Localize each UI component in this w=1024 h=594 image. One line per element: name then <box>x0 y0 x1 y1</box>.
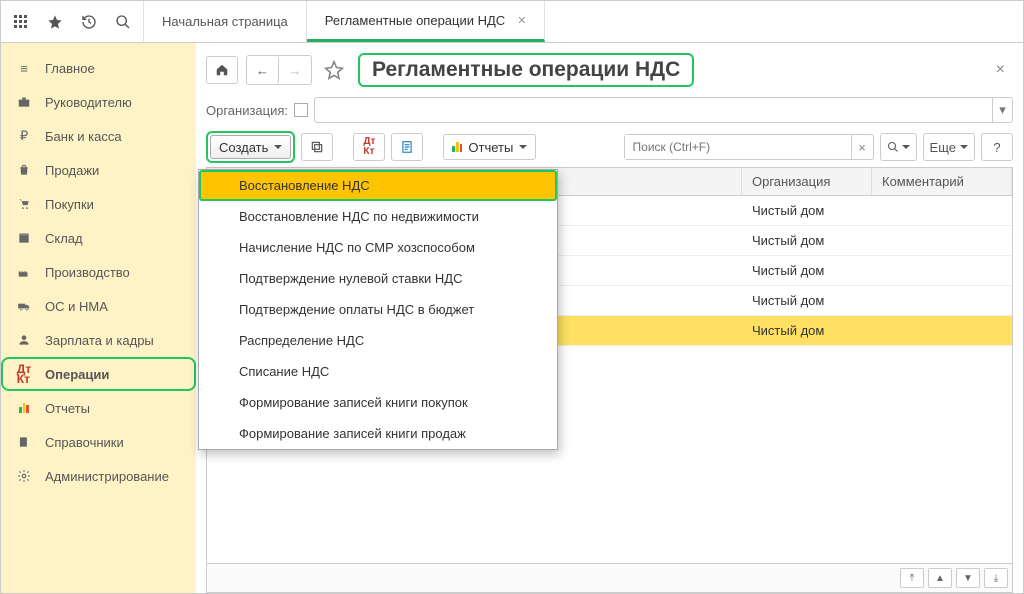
tab-home[interactable]: Начальная страница <box>144 1 307 42</box>
document-button[interactable] <box>391 133 423 161</box>
create-button-label: Создать <box>219 140 268 155</box>
dk-icon: ДтКт <box>15 364 33 384</box>
sidebar-item-label: Покупки <box>45 197 94 212</box>
sidebar-item-reports[interactable]: Отчеты <box>1 391 196 425</box>
more-button[interactable]: Еще <box>923 133 975 161</box>
home-button[interactable] <box>206 56 238 84</box>
nav-first-button[interactable]: ⤒ <box>900 568 924 588</box>
person-icon <box>15 333 33 347</box>
close-icon[interactable]: ✕ <box>517 14 526 27</box>
sidebar-item-refs[interactable]: Справочники <box>1 425 196 459</box>
org-label: Организация: <box>206 103 288 118</box>
create-menu-item[interactable]: Восстановление НДС <box>199 170 557 201</box>
cart-icon <box>15 197 33 211</box>
find-button[interactable] <box>880 133 917 161</box>
truck-icon <box>15 299 33 313</box>
create-menu-item[interactable]: Распределение НДС <box>199 325 557 356</box>
sidebar-item-operations[interactable]: ДтКт Операции <box>1 357 196 391</box>
sidebar-item-label: Склад <box>45 231 83 246</box>
dk-button[interactable]: ДтКт <box>353 133 385 161</box>
create-dropdown-menu: Восстановление НДСВосстановление НДС по … <box>198 169 558 450</box>
sidebar-item-sales[interactable]: Продажи <box>1 153 196 187</box>
caret-down-icon <box>519 145 527 153</box>
create-menu-item[interactable]: Списание НДС <box>199 356 557 387</box>
create-menu-item[interactable]: Восстановление НДС по недвижимости <box>199 201 557 232</box>
page-title-highlight: Регламентные операции НДС <box>358 53 694 87</box>
search-field[interactable]: × <box>624 134 874 160</box>
apps-icon[interactable] <box>7 8 35 36</box>
sidebar-item-label: Главное <box>45 61 95 76</box>
cell-org: Чистый дом <box>742 293 872 308</box>
book-icon <box>15 435 33 449</box>
chart-icon <box>452 142 462 152</box>
sidebar-item-label: ОС и НМА <box>45 299 108 314</box>
sidebar-item-admin[interactable]: Администрирование <box>1 459 196 493</box>
sidebar-item-label: Банк и касса <box>45 129 122 144</box>
org-select[interactable]: ▾ <box>314 97 1013 123</box>
bag-icon <box>15 163 33 177</box>
nav-last-button[interactable]: ⤓ <box>984 568 1008 588</box>
create-menu-item[interactable]: Подтверждение оплаты НДС в бюджет <box>199 294 557 325</box>
home-icon: ≡ <box>15 61 33 76</box>
sidebar-item-assets[interactable]: ОС и НМА <box>1 289 196 323</box>
tab-nds-operations[interactable]: Регламентные операции НДС ✕ <box>307 1 546 42</box>
create-menu-item[interactable]: Формирование записей книги продаж <box>199 418 557 449</box>
page-title: Регламентные операции НДС <box>372 58 680 82</box>
cell-org: Чистый дом <box>742 233 872 248</box>
create-button[interactable]: Создать <box>210 135 291 159</box>
history-icon[interactable] <box>75 8 103 36</box>
cell-org: Чистый дом <box>742 203 872 218</box>
sidebar-item-label: Справочники <box>45 435 124 450</box>
sidebar-item-label: Руководителю <box>45 95 132 110</box>
nav-down-button[interactable]: ▼ <box>956 568 980 588</box>
sidebar: ≡ Главное Руководителю ₽ Банк и касса Прод… <box>1 43 196 593</box>
top-toolbar: Начальная страница Регламентные операции… <box>1 1 1023 43</box>
sidebar-item-production[interactable]: Производство <box>1 255 196 289</box>
nav-up-button[interactable]: ▲ <box>928 568 952 588</box>
sidebar-item-label: Операции <box>45 367 109 382</box>
create-menu-item[interactable]: Подтверждение нулевой ставки НДС <box>199 263 557 294</box>
reports-button[interactable]: Отчеты <box>443 134 536 160</box>
search-input[interactable] <box>625 135 851 159</box>
tab-label: Начальная страница <box>162 14 288 29</box>
clear-search-button[interactable]: × <box>851 135 873 159</box>
sidebar-item-hr[interactable]: Зарплата и кадры <box>1 323 196 357</box>
caret-down-icon <box>274 145 282 153</box>
star-icon[interactable] <box>41 8 69 36</box>
favorite-icon[interactable] <box>320 60 348 80</box>
search-icon[interactable] <box>109 8 137 36</box>
factory-icon <box>15 265 33 279</box>
reports-label: Отчеты <box>468 140 513 155</box>
sidebar-item-label: Зарплата и кадры <box>45 333 154 348</box>
col-header-org[interactable]: Организация <box>742 168 872 195</box>
help-button[interactable]: ? <box>981 133 1013 161</box>
sidebar-item-manager[interactable]: Руководителю <box>1 85 196 119</box>
sidebar-item-purchases[interactable]: Покупки <box>1 187 196 221</box>
cell-org: Чистый дом <box>742 323 872 338</box>
copy-button[interactable] <box>301 133 333 161</box>
org-checkbox[interactable] <box>294 103 308 117</box>
chart-icon <box>15 403 33 413</box>
sidebar-item-bank[interactable]: ₽ Банк и касса <box>1 119 196 153</box>
sidebar-item-label: Администрирование <box>45 469 169 484</box>
briefcase-icon <box>15 95 33 109</box>
tab-label: Регламентные операции НДС <box>325 13 505 28</box>
sidebar-item-main[interactable]: ≡ Главное <box>1 51 196 85</box>
back-button[interactable]: ← <box>247 56 279 84</box>
sidebar-item-label: Производство <box>45 265 130 280</box>
create-menu-item[interactable]: Начисление НДС по СМР хозспособом <box>199 232 557 263</box>
close-panel-button[interactable]: × <box>988 57 1013 83</box>
create-menu-item[interactable]: Формирование записей книги покупок <box>199 387 557 418</box>
chevron-down-icon[interactable]: ▾ <box>992 98 1012 122</box>
gear-icon <box>15 469 33 483</box>
ruble-icon: ₽ <box>15 128 33 144</box>
sidebar-item-label: Отчеты <box>45 401 90 416</box>
cell-org: Чистый дом <box>742 263 872 278</box>
sidebar-item-warehouse[interactable]: Склад <box>1 221 196 255</box>
forward-button[interactable]: → <box>279 56 311 84</box>
sidebar-item-label: Продажи <box>45 163 99 178</box>
box-icon <box>15 231 33 245</box>
col-header-comment[interactable]: Комментарий <box>872 168 1012 195</box>
